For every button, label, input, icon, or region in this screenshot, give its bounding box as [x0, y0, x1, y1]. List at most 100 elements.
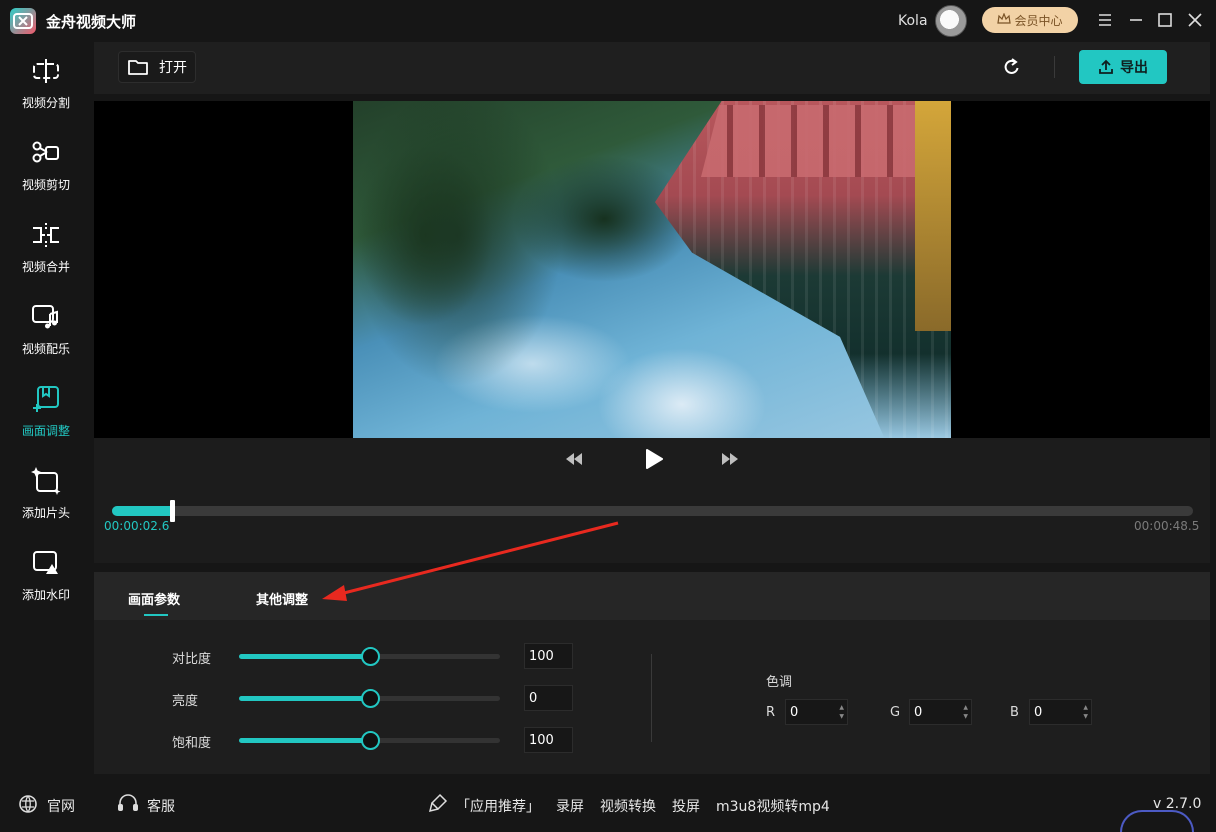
sidebar-item-label: 视频配乐	[21, 342, 70, 356]
crown-icon	[997, 11, 1012, 28]
current-time: 00:00:02.6	[104, 519, 170, 533]
play-icon	[646, 449, 663, 469]
sidebar-item-label: 画面调整	[21, 424, 70, 438]
rewind-icon	[566, 453, 582, 465]
menu-icon[interactable]	[1095, 10, 1115, 30]
floating-widget-edge[interactable]	[1120, 810, 1194, 832]
contrast-slider-knob[interactable]	[361, 647, 380, 666]
b-label: B	[1010, 705, 1019, 720]
brightness-label: 亮度	[172, 694, 199, 709]
g-input[interactable]: 0 ▲ ▼	[909, 699, 972, 725]
contrast-slider[interactable]	[239, 647, 500, 666]
tab-picture-params[interactable]: 画面参数	[128, 589, 180, 608]
export-button[interactable]: 导出	[1079, 50, 1167, 84]
video-preview[interactable]	[353, 101, 951, 438]
fast-forward-icon	[722, 453, 738, 465]
saturation-slider-knob[interactable]	[361, 731, 380, 750]
vip-center-label: 会员中心	[1014, 13, 1063, 28]
sidebar-item-label: 添加片头	[21, 506, 70, 520]
merge-icon	[33, 223, 59, 247]
saturation-slider[interactable]	[239, 731, 500, 750]
website-link[interactable]: 官网	[47, 796, 75, 816]
play-button[interactable]	[642, 446, 666, 472]
timeline-playhead[interactable]	[170, 500, 175, 522]
video-tree-foliage	[353, 101, 613, 438]
brightness-slider[interactable]	[239, 689, 500, 708]
folder-icon	[128, 60, 148, 75]
g-label: G	[890, 705, 901, 720]
video-temple-gold-beam	[915, 101, 951, 331]
footer-link-cast[interactable]: 投屏	[672, 796, 700, 816]
open-label: 打开	[159, 60, 187, 76]
minimize-icon[interactable]	[1126, 10, 1146, 30]
tone-label: 色调	[766, 675, 793, 690]
r-label: R	[766, 705, 776, 720]
vip-center-button[interactable]: 会员中心	[982, 7, 1078, 33]
b-input[interactable]: 0 ▲ ▼	[1029, 699, 1092, 725]
rocket-icon	[428, 793, 448, 817]
contrast-slider-fill	[239, 654, 370, 659]
saturation-input[interactable]: 100	[524, 727, 573, 753]
globe-icon[interactable]	[18, 794, 38, 818]
timeline-progress	[112, 506, 170, 516]
sidebar-item-label: 视频剪切	[21, 178, 70, 192]
sidebar-item-split[interactable]: 视频分割	[0, 42, 92, 124]
active-tab-indicator	[144, 614, 168, 616]
split-icon	[33, 59, 59, 83]
contrast-input[interactable]: 100	[524, 643, 573, 669]
maximize-icon[interactable]	[1155, 10, 1175, 30]
sidebar-item-label: 视频合并	[21, 260, 70, 274]
footer-link-record[interactable]: 录屏	[556, 796, 584, 816]
avatar[interactable]	[935, 5, 967, 37]
sidebar-item-watermark[interactable]: 添加水印	[0, 534, 92, 616]
open-button[interactable]: 打开	[118, 51, 196, 83]
annotation-arrow	[322, 521, 619, 601]
r-value: 0	[790, 704, 799, 720]
b-value: 0	[1034, 704, 1043, 720]
sidebar-item-merge[interactable]: 视频合并	[0, 206, 92, 288]
timeline-track[interactable]	[112, 506, 1193, 516]
username[interactable]: Kola	[898, 13, 928, 29]
sidebar-item-add-intro[interactable]: 添加片头	[0, 452, 92, 534]
sidebar-item-label: 添加水印	[21, 588, 70, 602]
brightness-slider-fill	[239, 696, 370, 701]
g-value: 0	[914, 704, 923, 720]
b-spinner-icon[interactable]: ▲ ▼	[1083, 703, 1088, 721]
sidebar: 视频分割 视频剪切 视频合并 视频配乐 画面调整 添加片头 添加水印	[0, 42, 92, 782]
scissors-icon	[32, 141, 59, 163]
panel-divider	[651, 654, 652, 742]
total-time: 00:00:48.5	[1134, 519, 1200, 533]
brightness-input[interactable]: 0	[524, 685, 573, 711]
r-spinner-icon[interactable]: ▲ ▼	[839, 703, 844, 721]
rewind-button[interactable]	[563, 448, 585, 470]
export-label: 导出	[1120, 60, 1148, 76]
sidebar-item-music[interactable]: 视频配乐	[0, 288, 92, 370]
watermark-icon	[33, 551, 58, 574]
sidebar-item-cut[interactable]: 视频剪切	[0, 124, 92, 206]
fast-forward-button[interactable]	[719, 448, 741, 470]
saturation-slider-fill	[239, 738, 370, 743]
upload-icon	[1099, 59, 1113, 74]
video-temple-windows	[701, 105, 931, 177]
app-logo	[10, 8, 36, 34]
g-spinner-icon[interactable]: ▲ ▼	[963, 703, 968, 721]
toolbar-divider	[1054, 56, 1055, 78]
support-link[interactable]: 客服	[147, 796, 175, 816]
contrast-label: 对比度	[172, 652, 212, 667]
footer-link-m3u8[interactable]: m3u8视频转mp4	[716, 796, 830, 816]
add-intro-icon	[31, 467, 61, 495]
refresh-button[interactable]	[1000, 55, 1024, 79]
r-input[interactable]: 0 ▲ ▼	[785, 699, 848, 725]
sidebar-item-label: 视频分割	[21, 96, 70, 110]
sidebar-item-picture-adjust[interactable]: 画面调整	[0, 370, 92, 452]
picture-adjust-icon	[33, 386, 59, 412]
footer-link-convert[interactable]: 视频转换	[600, 796, 656, 816]
saturation-label: 饱和度	[172, 736, 212, 751]
brightness-slider-knob[interactable]	[361, 689, 380, 708]
headset-icon[interactable]	[116, 793, 140, 819]
close-icon[interactable]	[1185, 10, 1205, 30]
refresh-icon	[1004, 58, 1019, 74]
toolbar	[94, 42, 1210, 94]
app-title: 金舟视频大师	[46, 13, 137, 31]
app-recommend-label: 「应用推荐」	[456, 799, 540, 815]
